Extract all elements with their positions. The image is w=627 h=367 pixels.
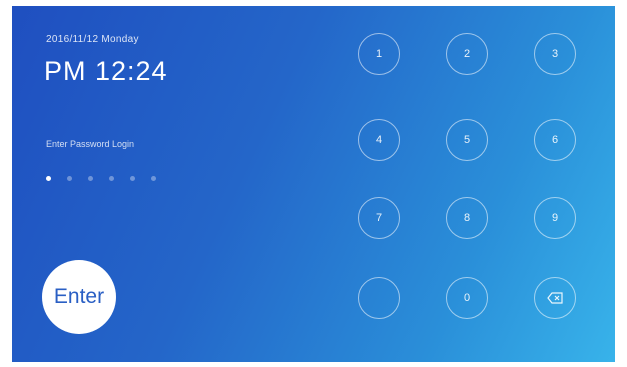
key-8[interactable]: 8 (446, 197, 488, 239)
pin-dot (46, 176, 51, 181)
backspace-button[interactable] (534, 277, 576, 319)
key-0[interactable]: 0 (446, 277, 488, 319)
pin-dot (109, 176, 114, 181)
backspace-icon (547, 292, 563, 304)
key-7[interactable]: 7 (358, 197, 400, 239)
key-3[interactable]: 3 (534, 33, 576, 75)
key-9[interactable]: 9 (534, 197, 576, 239)
key-1[interactable]: 1 (358, 33, 400, 75)
clock-time: PM 12:24 (44, 56, 168, 86)
pin-dot (151, 176, 156, 181)
key-2[interactable]: 2 (446, 33, 488, 75)
pin-dot (67, 176, 72, 181)
key-blank[interactable] (358, 277, 400, 319)
pin-dot (88, 176, 93, 181)
key-5[interactable]: 5 (446, 119, 488, 161)
enter-button[interactable]: Enter (42, 260, 116, 334)
lock-screen: 2016/11/12 Monday PM 12:24 Enter Passwor… (12, 6, 615, 362)
pin-dot (130, 176, 135, 181)
key-4[interactable]: 4 (358, 119, 400, 161)
key-6[interactable]: 6 (534, 119, 576, 161)
password-prompt: Enter Password Login (46, 139, 135, 149)
date-label: 2016/11/12 Monday (46, 34, 139, 45)
